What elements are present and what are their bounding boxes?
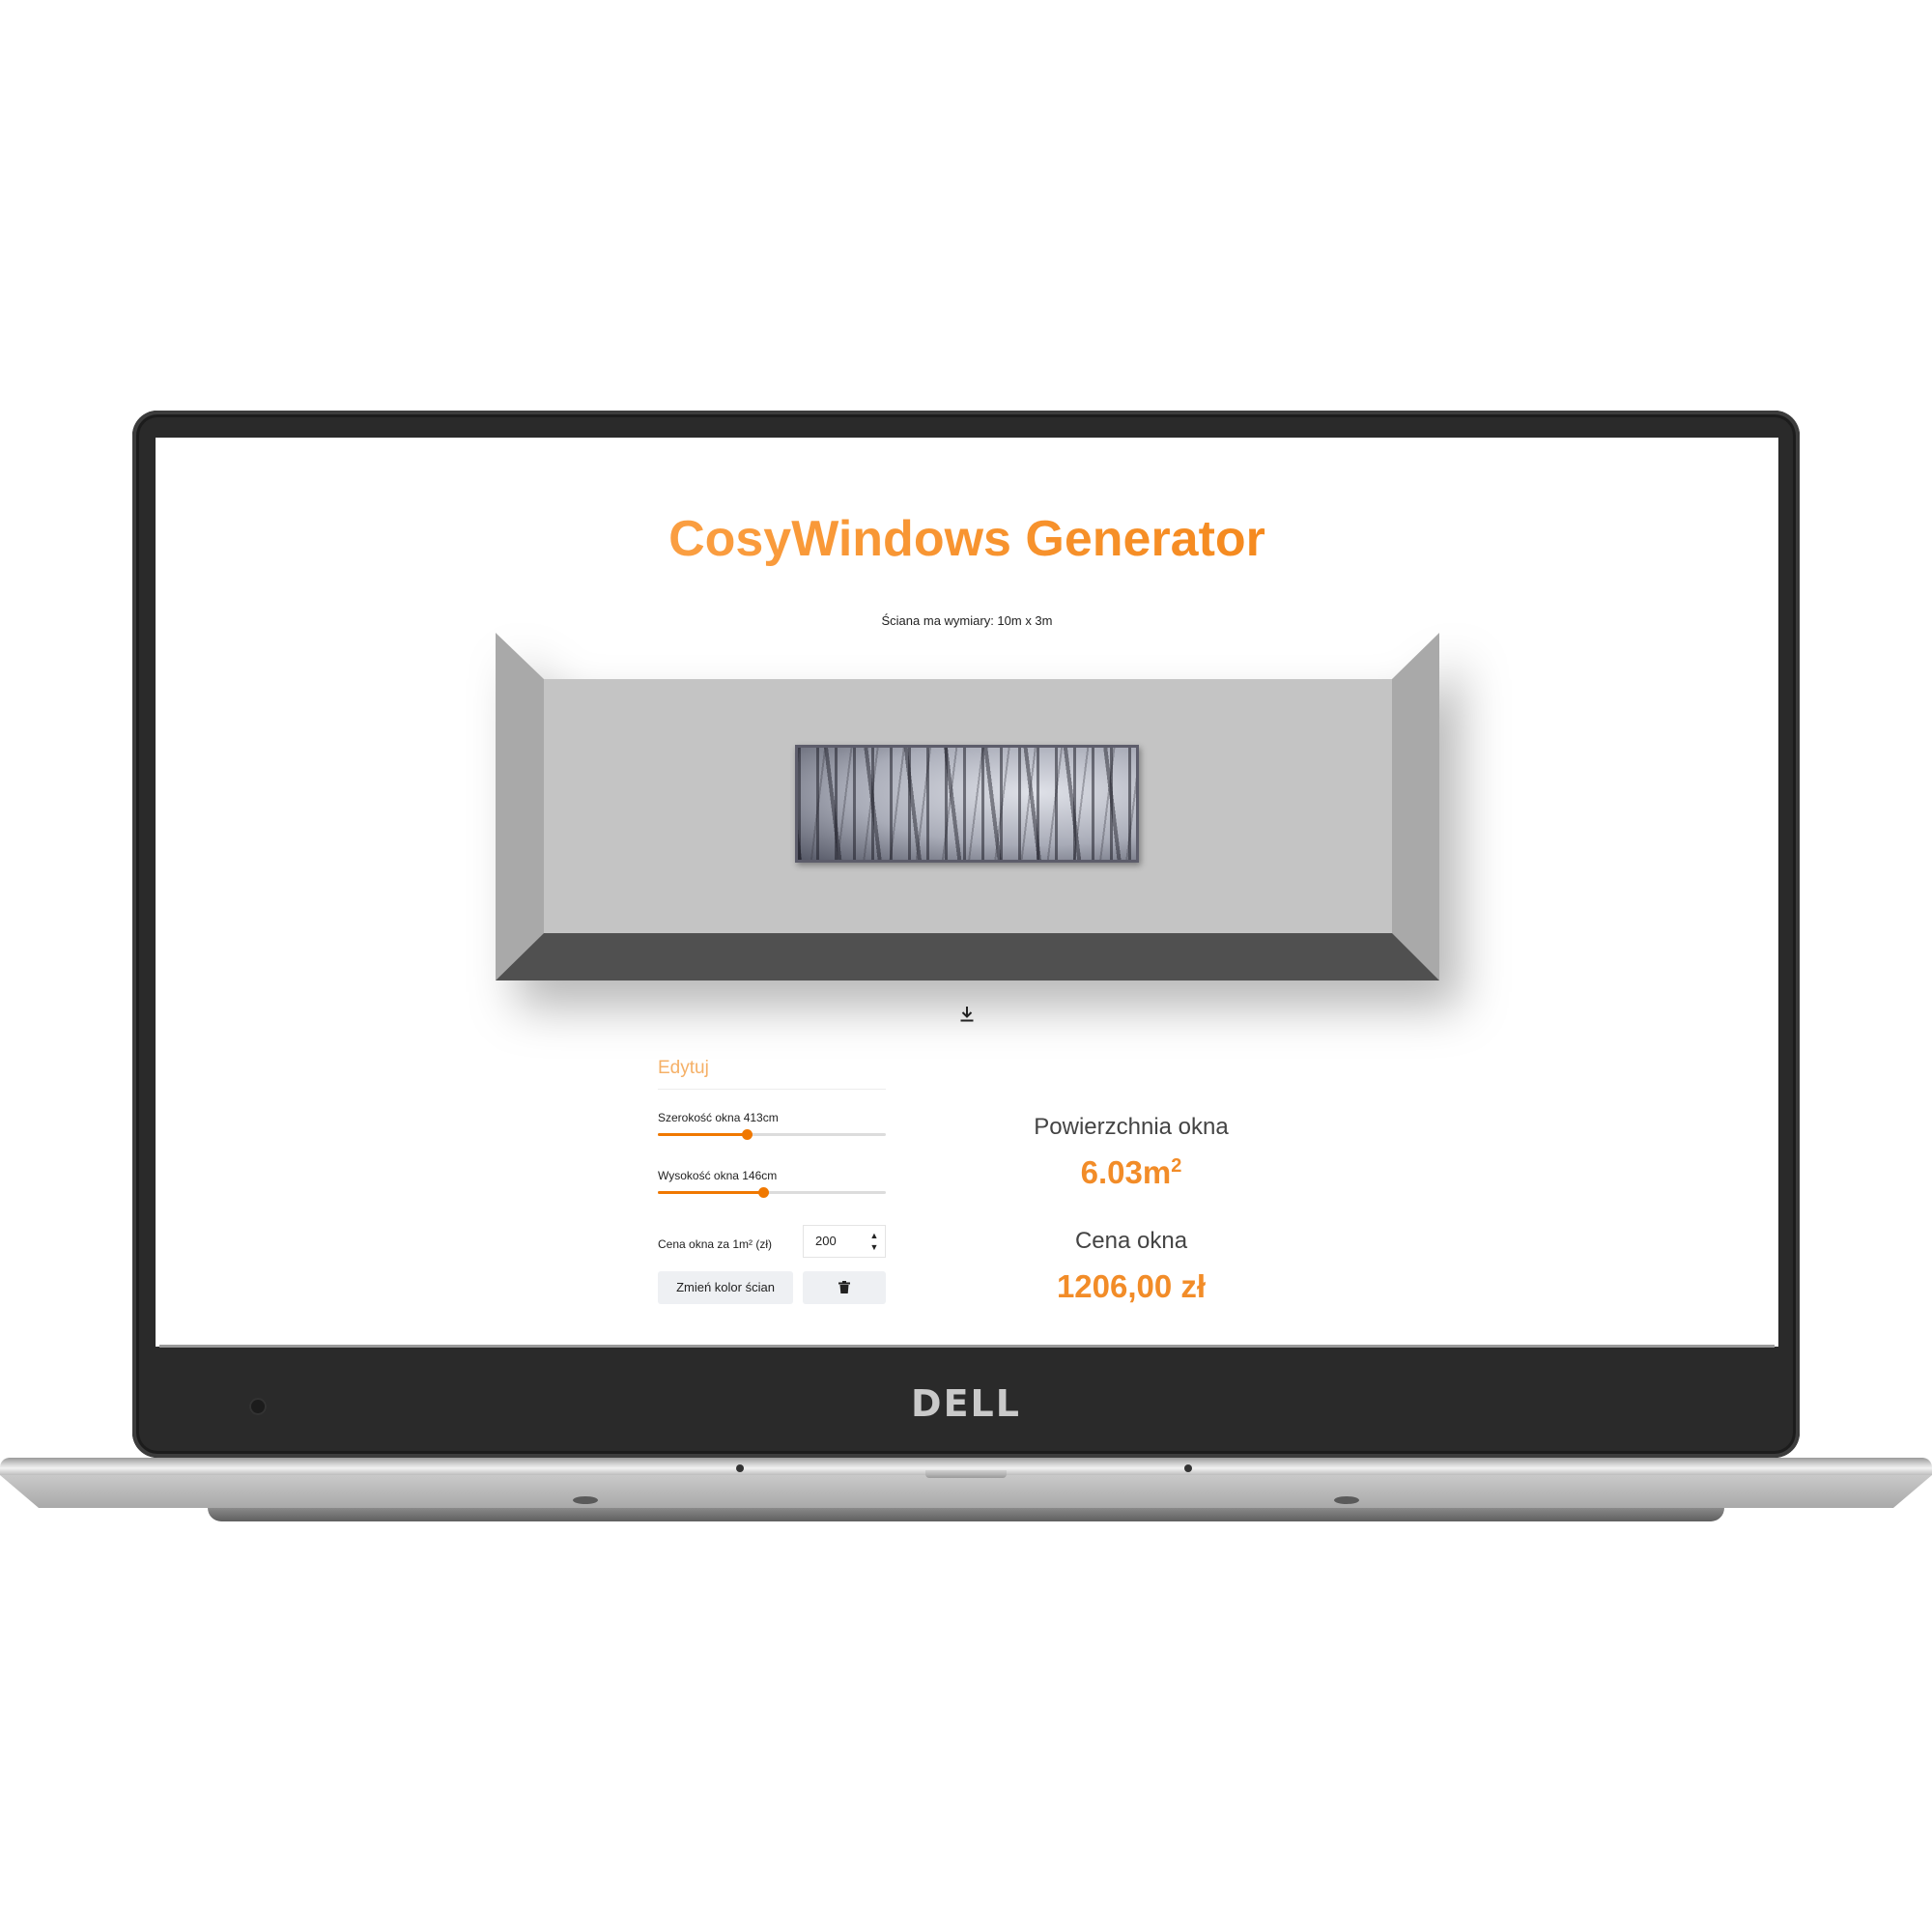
floor xyxy=(496,933,1439,980)
laptop-base-bottom xyxy=(208,1508,1724,1521)
delete-button[interactable] xyxy=(803,1271,886,1304)
height-slider[interactable] xyxy=(658,1187,886,1198)
price-row: Cena okna za 1m² (zł) 200 ▲ ▼ xyxy=(658,1225,886,1269)
change-wall-color-button[interactable]: Zmień kolor ścian xyxy=(658,1271,793,1304)
button-row: Zmień kolor ścian xyxy=(658,1271,886,1306)
width-slider-label: Szerokość okna 413cm xyxy=(658,1111,779,1124)
number-stepper[interactable]: ▲ ▼ xyxy=(869,1230,879,1253)
screen-edge xyxy=(159,1345,1775,1348)
app-screen: CosyWindows Generator Ściana ma wymiary:… xyxy=(156,438,1778,1347)
right-wall xyxy=(1392,633,1439,980)
laptop-foot xyxy=(573,1496,598,1504)
laptop-base xyxy=(0,1475,1932,1508)
wall-dimensions-text: Ściana ma wymiary: 10m x 3m xyxy=(881,613,1053,628)
download-icon[interactable] xyxy=(959,1006,975,1023)
window-preview xyxy=(795,745,1139,863)
height-slider-thumb[interactable] xyxy=(757,1187,769,1198)
webcam-icon xyxy=(249,1398,267,1415)
area-value: 6.03m2 xyxy=(1080,1154,1182,1190)
stepper-down-icon[interactable]: ▼ xyxy=(869,1241,879,1253)
base-dot xyxy=(1184,1464,1192,1472)
base-dot xyxy=(736,1464,744,1472)
edit-heading: Edytuj xyxy=(658,1056,886,1090)
price-value: 1206,00 zł xyxy=(1056,1268,1207,1304)
price-per-m2-label: Cena okna za 1m² (zł) xyxy=(658,1237,773,1251)
width-slider[interactable] xyxy=(658,1129,886,1140)
lid-notch xyxy=(925,1470,1007,1478)
height-slider-label: Wysokość okna 146cm xyxy=(658,1169,778,1182)
price-label: Cena okna xyxy=(1074,1228,1188,1254)
area-label: Powierzchnia okna xyxy=(1034,1114,1229,1140)
page-title: CosyWindows Generator xyxy=(156,510,1778,568)
trash-icon xyxy=(838,1280,850,1294)
laptop-foot xyxy=(1334,1496,1359,1504)
width-slider-fill xyxy=(658,1133,748,1136)
height-slider-block: Wysokość okna 146cm xyxy=(658,1157,886,1215)
editor-panel: Edytuj Szerokość okna 413cm Wysokość okn… xyxy=(658,1056,886,1306)
left-wall xyxy=(496,633,544,980)
room-preview xyxy=(496,633,1439,980)
brand-logo: DELL xyxy=(911,1382,1021,1425)
stepper-up-icon[interactable]: ▲ xyxy=(869,1230,879,1241)
price-per-m2-value: 200 xyxy=(815,1234,837,1248)
width-slider-block: Szerokość okna 413cm xyxy=(658,1099,886,1157)
laptop-mockup: CosyWindows Generator Ściana ma wymiary:… xyxy=(0,0,1932,1932)
price-per-m2-input[interactable]: 200 ▲ ▼ xyxy=(803,1225,886,1258)
width-slider-thumb[interactable] xyxy=(742,1129,753,1140)
height-slider-fill xyxy=(658,1191,763,1194)
